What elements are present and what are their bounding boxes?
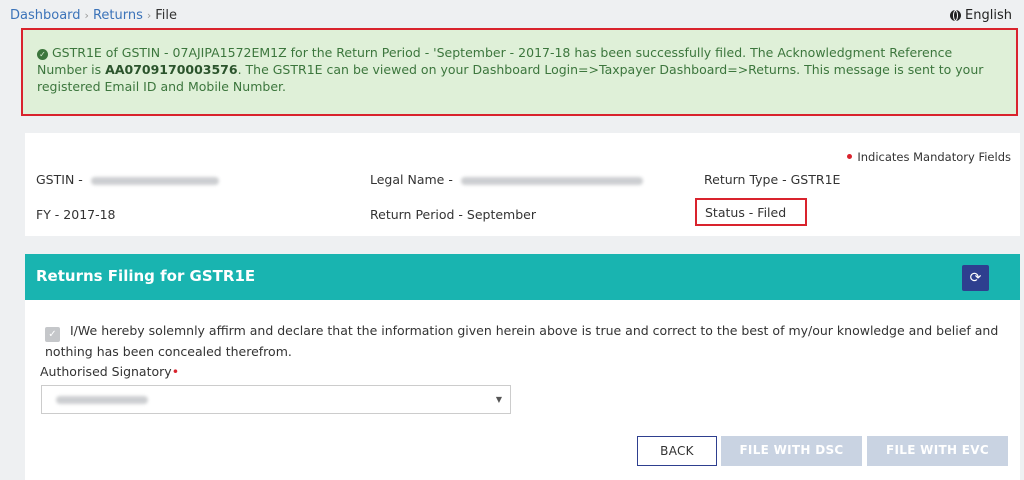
financial-year: FY - 2017-18 (36, 207, 116, 222)
top-bar: Dashboard › Returns › File English (0, 0, 1024, 28)
gstin-label: GSTIN - (36, 172, 83, 187)
legal-name-field: Legal Name - (370, 172, 643, 187)
language-selector[interactable]: English (950, 8, 1012, 23)
gstin-value-redacted (90, 176, 219, 185)
breadcrumb-current: File (155, 8, 178, 23)
status-text: Status - Filed (705, 205, 787, 220)
refresh-icon: ⟳ (969, 270, 982, 286)
breadcrumb-dashboard[interactable]: Dashboard (10, 8, 81, 23)
signatory-label: Authorised Signatory• (40, 364, 180, 379)
section-title: Returns Filing for GSTR1E (36, 267, 256, 285)
breadcrumb: Dashboard › Returns › File (10, 8, 177, 23)
return-period: Return Period - September (370, 207, 536, 222)
language-label: English (965, 8, 1012, 23)
signatory-select[interactable]: ▼ (41, 385, 511, 414)
back-button[interactable]: BACK (637, 436, 717, 466)
signatory-value-redacted (56, 396, 148, 404)
required-dot-icon (847, 154, 853, 159)
breadcrumb-separator: › (146, 9, 152, 22)
globe-icon (950, 10, 962, 21)
check-circle-icon: ✓ (37, 49, 48, 60)
required-mark: • (171, 364, 180, 379)
refresh-button[interactable]: ⟳ (962, 265, 989, 291)
return-info-panel: Indicates Mandatory Fields GSTIN - Legal… (25, 133, 1020, 236)
breadcrumb-returns[interactable]: Returns (93, 8, 143, 23)
file-with-dsc-button[interactable]: FILE WITH DSC (721, 436, 862, 466)
declaration: ✓ I/We hereby solemnly affirm and declare… (45, 321, 1005, 361)
declaration-text: I/We hereby solemnly affirm and declare … (45, 323, 999, 359)
success-alert: ✓ GSTR1E of GSTIN - 07AJIPA1572EM1Z for t… (21, 28, 1018, 116)
legal-name-value-redacted (460, 176, 643, 185)
gstin-field: GSTIN - (36, 172, 219, 187)
section-header: Returns Filing for GSTR1E ⟳ (25, 254, 1020, 300)
declaration-checkbox[interactable]: ✓ (45, 327, 60, 342)
status-highlight: Status - Filed (695, 198, 807, 226)
breadcrumb-separator: › (84, 9, 89, 22)
acknowledgment-number: AA0709170003576 (105, 62, 238, 77)
file-with-evc-button[interactable]: FILE WITH EVC (867, 436, 1008, 466)
mandatory-fields-note: Indicates Mandatory Fields (847, 150, 1011, 164)
return-type: Return Type - GSTR1E (704, 172, 841, 187)
legal-name-label: Legal Name - (370, 172, 453, 187)
caret-down-icon: ▼ (495, 395, 502, 404)
returns-filing-section: Returns Filing for GSTR1E ⟳ ✓ I/We hereby… (25, 254, 1020, 480)
